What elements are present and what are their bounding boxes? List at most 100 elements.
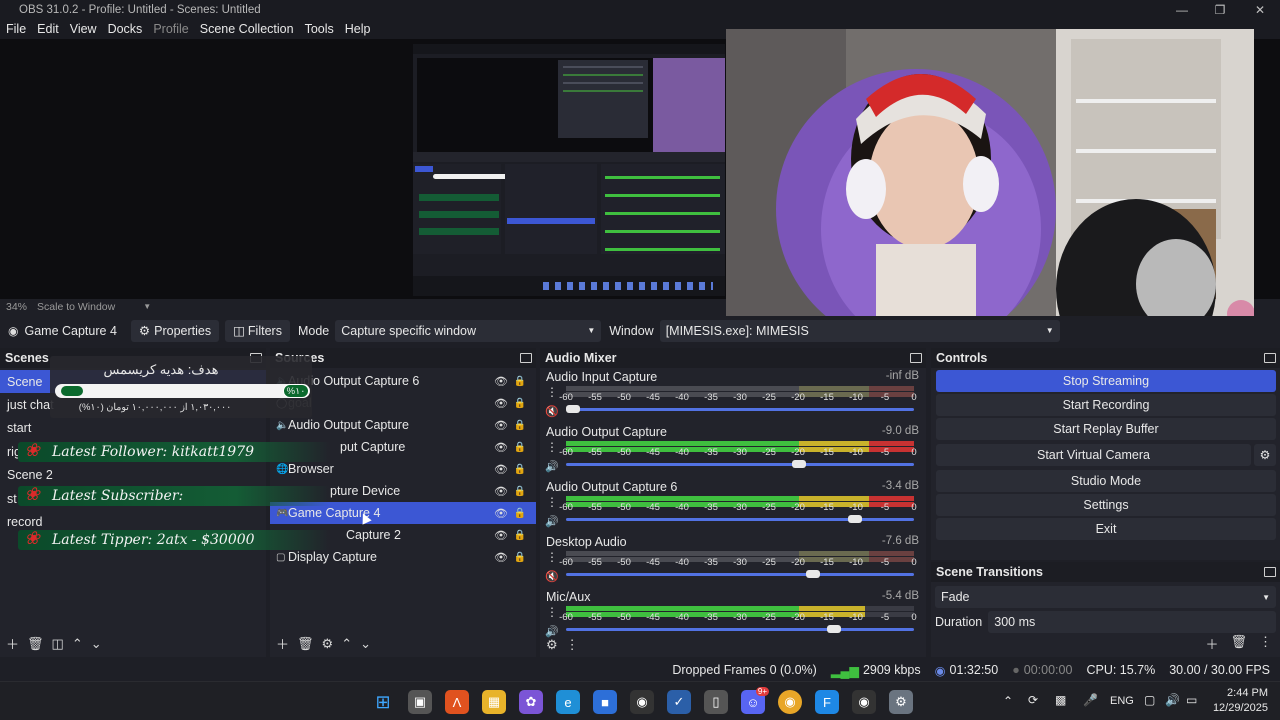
tray-chevron-icon[interactable]: ⌃ <box>1003 694 1013 708</box>
up-icon[interactable]: ⌃ <box>341 636 352 652</box>
add-icon[interactable]: ＋ <box>1205 634 1218 653</box>
copilot-icon[interactable]: ✿ <box>519 690 543 714</box>
lock-icon[interactable]: 🔒 <box>514 508 526 519</box>
lock-icon[interactable]: 🔒 <box>514 398 526 409</box>
close-button[interactable]: ✕ <box>1240 0 1280 19</box>
eye-icon[interactable]: 👁 <box>494 529 508 542</box>
vscode-icon[interactable]: ✓ <box>667 690 691 714</box>
channel-menu-icon[interactable]: ⋮ <box>546 440 558 454</box>
eye-icon[interactable]: 👁 <box>494 551 508 564</box>
mode-select[interactable]: Capture specific window ▼ <box>335 319 602 342</box>
settings-button[interactable]: Settings <box>936 494 1276 516</box>
stop-streaming-button[interactable]: Stop Streaming <box>936 370 1276 392</box>
zoom-dropdown-icon[interactable]: ▼ <box>143 302 151 311</box>
menu-dots-icon[interactable]: ⋮ <box>566 637 579 653</box>
clock-time[interactable]: 2:44 PM <box>1212 687 1268 699</box>
menu-tools[interactable]: Tools <box>299 22 339 36</box>
muted-speaker-icon[interactable]: 🔇 <box>545 405 559 418</box>
volume-knob[interactable] <box>806 570 821 578</box>
camera-off-icon[interactable]: ▩ <box>1055 693 1066 707</box>
undock-icon[interactable] <box>520 353 532 363</box>
menu-profile[interactable]: Profile <box>147 22 193 36</box>
volume-slider[interactable] <box>565 405 914 413</box>
chrome-icon[interactable]: ◉ <box>778 690 802 714</box>
down-icon[interactable]: ⌄ <box>360 636 371 652</box>
properties-button[interactable]: ⚙ Properties <box>130 319 220 342</box>
menu-dots-icon[interactable]: ⋮ <box>1259 634 1272 653</box>
menu-file[interactable]: File <box>0 22 31 36</box>
lock-icon[interactable]: 🔒 <box>514 376 526 387</box>
lock-icon[interactable]: 🔒 <box>514 442 526 453</box>
store-icon[interactable]: ■ <box>593 690 617 714</box>
menu-view[interactable]: View <box>64 22 102 36</box>
channel-menu-icon[interactable]: ⋮ <box>546 550 558 564</box>
app-icon[interactable]: ◉ <box>852 690 876 714</box>
volume-slider[interactable] <box>566 625 914 633</box>
volume-knob[interactable] <box>565 405 580 413</box>
eye-icon[interactable]: 👁 <box>494 375 508 388</box>
down-icon[interactable]: ⌄ <box>91 636 102 652</box>
advanced-audio-icon[interactable]: ⚙ <box>546 637 558 653</box>
file-explorer-icon[interactable]: ▦ <box>482 690 506 714</box>
volume-slider[interactable] <box>566 460 914 468</box>
edge-icon[interactable]: e <box>556 690 580 714</box>
zoom-mode[interactable]: Scale to Window <box>37 301 115 313</box>
volume-icon[interactable]: 🔊 <box>1165 693 1180 707</box>
eye-icon[interactable]: 👁 <box>494 441 508 454</box>
add-icon[interactable]: ＋ <box>6 634 19 653</box>
window-select[interactable]: [MIMESIS.exe]: MIMESIS ▼ <box>659 319 1060 342</box>
channel-menu-icon[interactable]: ⋮ <box>546 385 558 399</box>
obs-icon[interactable]: ◉ <box>630 690 654 714</box>
start-recording-button[interactable]: Start Recording <box>936 394 1276 416</box>
start-replay-buffer-button[interactable]: Start Replay Buffer <box>936 418 1276 440</box>
exit-button[interactable]: Exit <box>936 518 1276 540</box>
eye-icon[interactable]: 👁 <box>494 397 508 410</box>
undock-icon[interactable] <box>1264 567 1276 577</box>
channel-menu-icon[interactable]: ⋮ <box>546 495 558 509</box>
volume-knob[interactable] <box>792 460 807 468</box>
volume-knob[interactable] <box>847 515 862 523</box>
start-virtual-camera-button[interactable]: Start Virtual Camera <box>936 444 1251 466</box>
eye-icon[interactable]: 👁 <box>494 463 508 476</box>
eye-icon[interactable]: 👁 <box>494 419 508 432</box>
sync-icon[interactable]: ⟳ <box>1028 693 1038 707</box>
muted-speaker-icon[interactable]: 🔇 <box>545 570 559 583</box>
menu-help[interactable]: Help <box>339 22 376 36</box>
trash-icon[interactable]: 🗑 <box>27 636 44 652</box>
undock-icon[interactable] <box>1264 353 1276 363</box>
scene-item[interactable]: start <box>0 417 266 440</box>
volume-knob[interactable] <box>826 625 841 633</box>
mic-icon[interactable]: 🎤 <box>1083 693 1098 707</box>
channel-menu-icon[interactable]: ⋮ <box>546 605 558 619</box>
virtual-camera-gear-icon[interactable]: ⚙ <box>1254 444 1276 466</box>
app-icon[interactable]: Λ <box>445 690 469 714</box>
filters-icon[interactable]: ◫ <box>52 636 64 652</box>
trash-icon[interactable]: 🗑 <box>1230 634 1247 653</box>
speaker-icon[interactable]: 🔊 <box>545 460 559 473</box>
discord-icon[interactable]: ☺ 9+ <box>741 687 769 714</box>
clock-date[interactable]: 12/29/2025 <box>1202 702 1268 714</box>
gear-icon[interactable]: ⚙ <box>322 636 334 652</box>
speaker-icon[interactable]: 🔊 <box>545 515 559 528</box>
volume-slider[interactable] <box>566 570 914 578</box>
undock-icon[interactable] <box>910 353 922 363</box>
lock-icon[interactable]: 🔒 <box>514 530 526 541</box>
menu-scene-collection[interactable]: Scene Collection <box>194 22 299 36</box>
minimize-button[interactable]: — <box>1162 0 1202 19</box>
usb-icon[interactable]: ▯ <box>704 690 728 714</box>
trash-icon[interactable]: 🗑 <box>297 636 314 652</box>
app-f-icon[interactable]: F <box>815 690 839 714</box>
maximize-button[interactable]: ❐ <box>1200 0 1240 19</box>
lock-icon[interactable]: 🔒 <box>514 552 526 563</box>
add-icon[interactable]: ＋ <box>276 634 289 653</box>
lock-icon[interactable]: 🔒 <box>514 420 526 431</box>
lock-icon[interactable]: 🔒 <box>514 464 526 475</box>
up-icon[interactable]: ⌃ <box>72 636 83 652</box>
monitor-icon[interactable]: ▢ <box>1144 693 1155 707</box>
volume-slider[interactable] <box>566 515 914 523</box>
filters-button[interactable]: ◫ Filters <box>225 319 290 342</box>
task-view-icon[interactable]: ▣ <box>408 690 432 714</box>
eye-icon[interactable]: 👁 <box>494 485 508 498</box>
windows-start-icon[interactable]: ⊞ <box>371 690 395 714</box>
menu-edit[interactable]: Edit <box>31 22 64 36</box>
